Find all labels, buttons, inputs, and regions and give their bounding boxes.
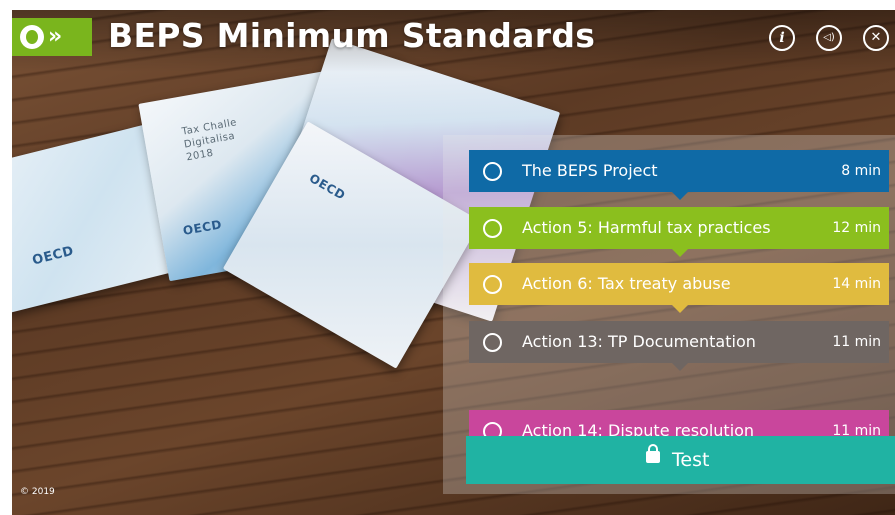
module-item-action-5[interactable]: Action 5: Harmful tax practices 12 min	[469, 207, 889, 257]
radio-circle-icon	[483, 162, 502, 181]
module-duration: 11 min	[832, 334, 881, 350]
info-icon[interactable]: i	[769, 25, 795, 51]
audio-icon[interactable]: ◁)	[816, 25, 842, 51]
book-title-line-3: 2018	[185, 147, 215, 164]
copyright-text: © 2019	[20, 487, 55, 497]
book-brand: OECD	[30, 243, 76, 269]
module-duration: 8 min	[841, 163, 881, 179]
chevron-down-icon	[672, 363, 688, 371]
lock-icon	[646, 444, 660, 463]
chevron-logo-icon: »	[48, 24, 63, 49]
module-label: Action 6: Tax treaty abuse	[522, 274, 731, 293]
chevron-down-icon	[672, 192, 688, 200]
close-icon[interactable]: ✕	[863, 25, 889, 51]
radio-circle-icon	[483, 219, 502, 238]
module-duration: 12 min	[832, 220, 881, 236]
chevron-down-icon	[672, 249, 688, 257]
module-label: Action 5: Harmful tax practices	[522, 218, 771, 237]
globe-icon	[20, 25, 44, 49]
module-item-action-13[interactable]: Action 13: TP Documentation 11 min	[469, 321, 889, 371]
book-brand: OECD	[306, 171, 348, 203]
module-label: The BEPS Project	[522, 161, 658, 180]
test-label: Test	[672, 449, 710, 471]
module-label: Action 13: TP Documentation	[522, 332, 756, 351]
chevron-down-icon	[672, 305, 688, 313]
book-brand: OECD	[181, 217, 223, 238]
test-button[interactable]: Test	[466, 436, 895, 484]
module-item-action-6[interactable]: Action 6: Tax treaty abuse 14 min	[469, 263, 889, 313]
module-item-beps-project[interactable]: The BEPS Project 8 min	[469, 150, 889, 200]
radio-circle-icon	[483, 275, 502, 294]
radio-circle-icon	[483, 333, 502, 352]
oecd-logo: »	[12, 18, 92, 56]
page-title: BEPS Minimum Standards	[108, 16, 596, 55]
app-stage: OECD Tax Challe Digitalisa 2018 OECD OEC…	[0, 0, 895, 515]
module-duration: 14 min	[832, 276, 881, 292]
